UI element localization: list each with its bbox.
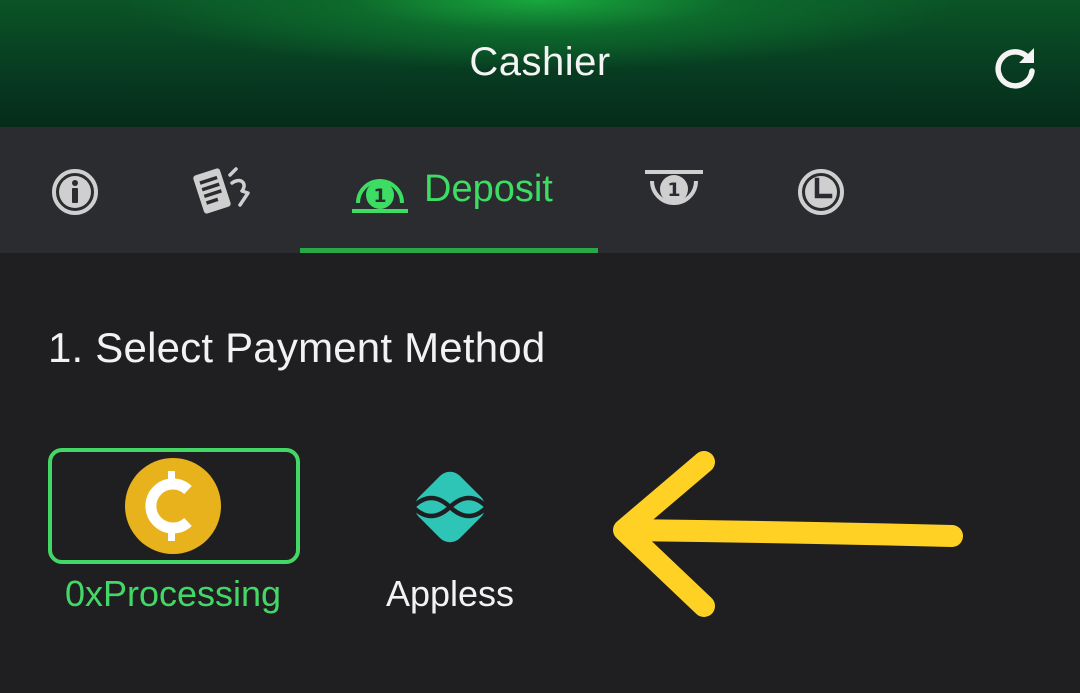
svg-text:1: 1 <box>373 185 386 207</box>
tab-deposit-label: Deposit <box>424 168 553 210</box>
refresh-button[interactable] <box>988 40 1042 94</box>
crypto-coin-icon <box>125 458 221 554</box>
tab-bar: 1 Deposit 1 <box>0 127 1080 253</box>
withdraw-icon: 1 <box>645 170 703 205</box>
payment-method-appless[interactable]: Appless <box>360 448 540 618</box>
payment-method-0xprocessing[interactable]: 0xProcessing <box>48 448 300 618</box>
tab-history[interactable] <box>782 127 862 253</box>
header-bar: Cashier <box>0 0 1080 127</box>
method-label: 0xProcessing <box>64 573 282 614</box>
active-tab-indicator <box>300 248 598 253</box>
refresh-icon <box>995 48 1035 89</box>
svg-text:1: 1 <box>667 179 680 201</box>
appless-logo-icon <box>411 471 489 543</box>
method-label: Appless <box>385 573 515 614</box>
info-icon <box>52 169 98 215</box>
tab-info[interactable] <box>40 127 110 253</box>
section-title: 1. Select Payment Method <box>48 324 546 371</box>
page-title: Cashier <box>469 40 611 84</box>
history-icon <box>798 169 844 215</box>
document-icon <box>193 167 250 214</box>
tab-deposit[interactable]: 1 Deposit <box>300 127 598 253</box>
tab-withdraw[interactable]: 1 <box>630 127 720 253</box>
deposit-icon: 1 <box>352 179 408 213</box>
arrow-left-icon <box>613 451 963 617</box>
tab-document[interactable] <box>180 127 270 253</box>
